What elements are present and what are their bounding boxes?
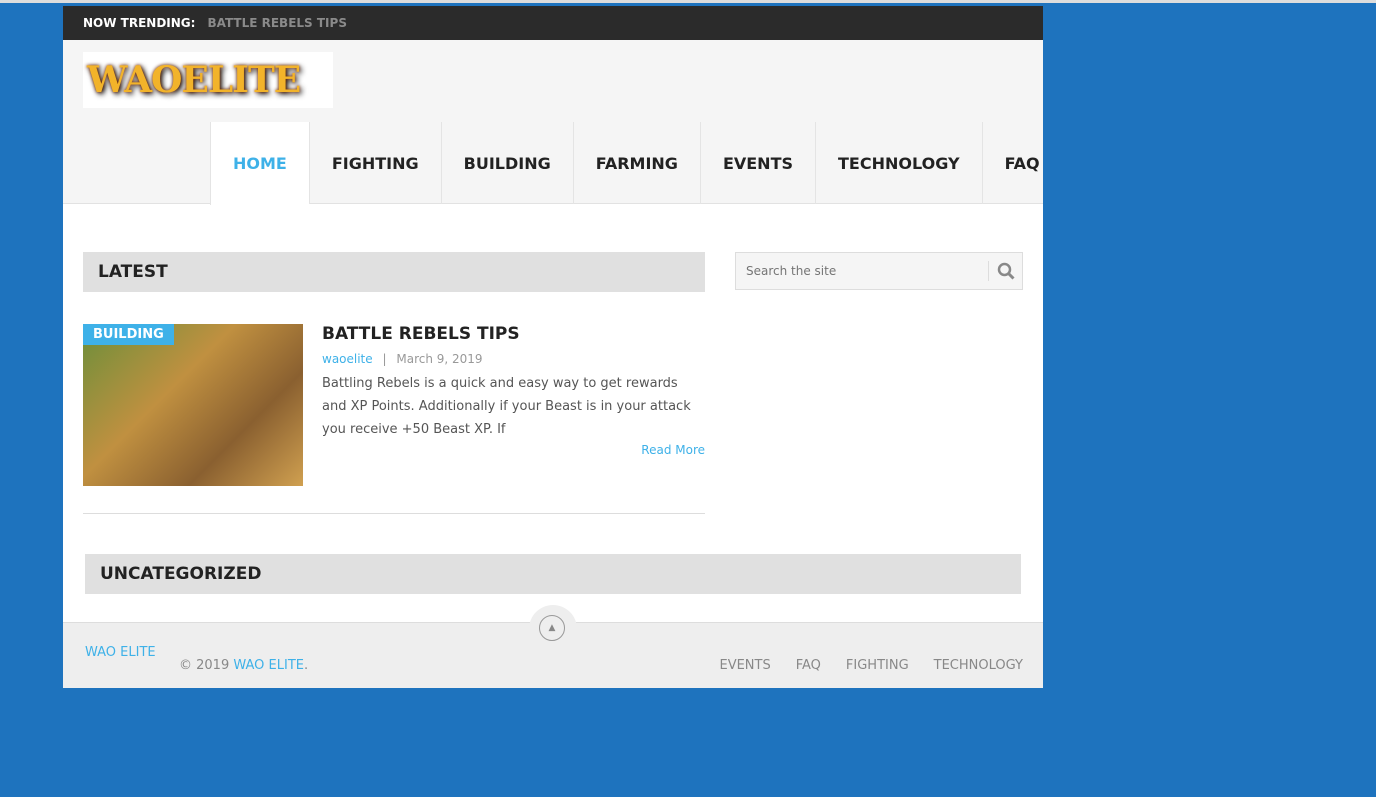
trending-link[interactable]: BATTLE REBELS TIPS	[207, 16, 347, 30]
search-input[interactable]	[736, 264, 988, 278]
nav-events[interactable]: EVENTS	[699, 122, 815, 204]
nav-fighting[interactable]: FIGHTING	[308, 122, 441, 204]
search-box	[735, 252, 1023, 290]
main-nav: HOME FIGHTING BUILDING FARMING EVENTS TE…	[210, 122, 1062, 205]
site-logo[interactable]: WAOELITE	[83, 52, 333, 108]
post-thumbnail[interactable]: BUILDING	[83, 324, 303, 486]
footer: ▲ WAO ELITE © 2019 WAO ELITE. EVENTS FAQ…	[63, 605, 1043, 688]
read-more-link[interactable]: Read More	[641, 443, 705, 457]
logo-text: WAOELITE	[87, 59, 301, 101]
trending-bar: NOW TRENDING: BATTLE REBELS TIPS	[63, 6, 1043, 40]
meta-separator: |	[382, 352, 387, 366]
arrow-up-icon: ▲	[539, 615, 565, 641]
page: NOW TRENDING: BATTLE REBELS TIPS WAOELIT…	[63, 6, 1043, 688]
footer-logo[interactable]: WAO ELITE	[85, 645, 156, 660]
latest-heading: LATEST	[83, 252, 705, 292]
copyright-suffix: .	[303, 658, 309, 673]
footer-link-faq[interactable]: FAQ	[796, 658, 821, 673]
trending-label: NOW TRENDING:	[83, 16, 196, 30]
search-icon	[997, 262, 1015, 280]
category-badge[interactable]: BUILDING	[83, 324, 174, 345]
post-author[interactable]: waoelite	[322, 352, 373, 366]
post-excerpt: Battling Rebels is a quick and easy way …	[322, 376, 691, 437]
back-to-top-button[interactable]: ▲	[529, 605, 577, 641]
nav-farming[interactable]: FARMING	[572, 122, 700, 204]
nav-building[interactable]: BUILDING	[440, 122, 573, 204]
header: WAOELITE HOME FIGHTING BUILDING FARMING …	[63, 40, 1043, 205]
copyright-link[interactable]: WAO ELITE	[233, 658, 304, 673]
post-date: March 9, 2019	[396, 352, 483, 366]
nav-home[interactable]: HOME	[210, 122, 309, 205]
footer-link-fighting[interactable]: FIGHTING	[846, 658, 909, 673]
nav-technology[interactable]: TECHNOLOGY	[815, 122, 982, 204]
footer-nav: EVENTS FAQ FIGHTING TECHNOLOGY	[719, 658, 1023, 673]
post-item: BUILDING BATTLE REBELS TIPS waoelite | M…	[83, 324, 705, 514]
footer-link-technology[interactable]: TECHNOLOGY	[934, 658, 1023, 673]
footer-link-events[interactable]: EVENTS	[719, 658, 770, 673]
search-button[interactable]	[988, 261, 1022, 281]
nav-faq[interactable]: FAQ	[981, 122, 1062, 204]
copyright-text: © 2019	[179, 658, 234, 673]
copyright: © 2019 WAO ELITE.	[179, 658, 308, 673]
uncategorized-heading: UNCATEGORIZED	[85, 554, 1021, 594]
post-title[interactable]: BATTLE REBELS TIPS	[322, 324, 705, 344]
